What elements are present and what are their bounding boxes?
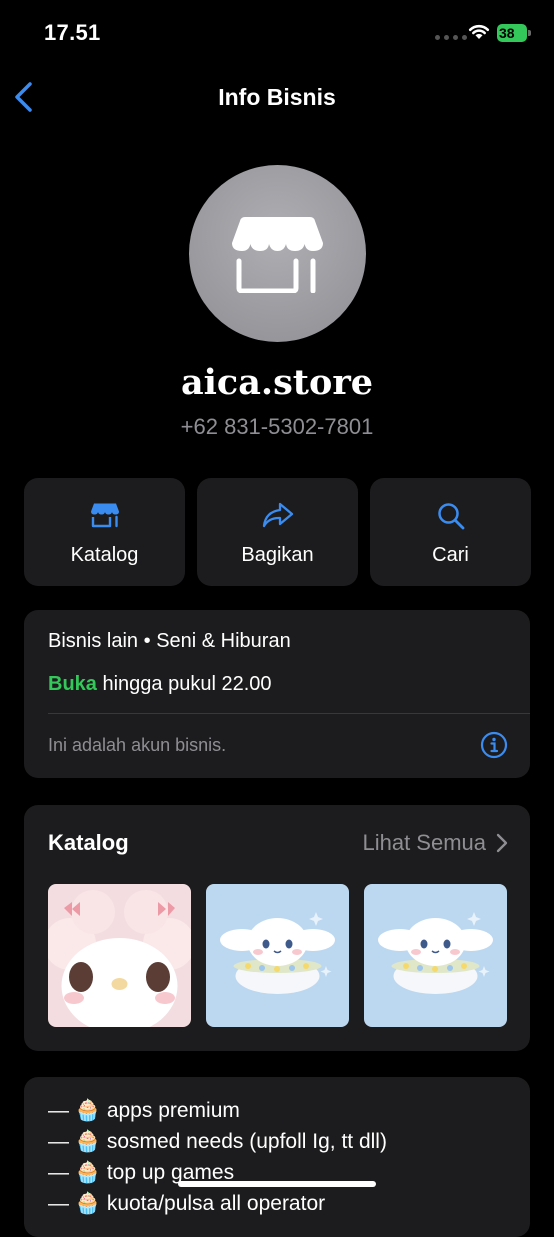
- see-all-label: Lihat Semua: [362, 830, 486, 855]
- storefront-icon: [232, 217, 323, 293]
- description-list: — 🧁 apps premium — 🧁 sosmed needs (upfol…: [48, 1095, 387, 1219]
- open-status: Buka: [48, 673, 97, 695]
- search-button-label: Cari: [432, 544, 469, 566]
- share-arrow-icon: [262, 502, 293, 528]
- share-button[interactable]: Bagikan: [197, 478, 358, 586]
- catalog-button-label: Katalog: [70, 544, 139, 566]
- business-name: aica.store: [180, 362, 374, 403]
- battery-level: 38: [499, 25, 515, 41]
- see-all-link[interactable]: Lihat Semua: [362, 830, 508, 856]
- cinnamoroll-thumbnail: [364, 884, 507, 1027]
- catalog-item-3[interactable]: [364, 884, 507, 1027]
- description-line: — 🧁 kuota/pulsa all operator: [48, 1192, 326, 1215]
- hours-text: hingga pukul 22.00: [102, 673, 272, 695]
- category-label: Bisnis lain: [48, 630, 139, 652]
- business-description-card: — 🧁 apps premium — 🧁 sosmed needs (upfol…: [24, 1077, 530, 1237]
- action-buttons: Katalog Bagikan Cari: [24, 478, 531, 586]
- description-line: — 🧁 apps premium: [48, 1099, 240, 1122]
- search-icon: [437, 503, 464, 530]
- catalog-title: Katalog: [48, 830, 129, 855]
- wifi-icon: [468, 24, 490, 39]
- page-title: Info Bisnis: [218, 84, 336, 110]
- divider: [48, 713, 530, 714]
- business-hours[interactable]: Buka hingga pukul 22.00: [48, 673, 272, 696]
- chevron-right-icon: [496, 833, 508, 853]
- battery-icon: 38: [497, 24, 531, 42]
- category-separator: •: [143, 630, 151, 652]
- business-info-card: Bisnis lain • Seni & Hiburan Buka hingga…: [24, 610, 530, 778]
- cinnamoroll-thumbnail: [206, 884, 349, 1027]
- search-button[interactable]: Cari: [370, 478, 531, 586]
- nav-bar: Info Bisnis: [0, 70, 554, 126]
- status-bar: 17.51 38: [0, 0, 554, 70]
- description-line: — 🧁 sosmed needs (upfoll Ig, tt dll): [48, 1130, 387, 1153]
- business-phone[interactable]: +62 831-5302-7801: [0, 414, 554, 440]
- info-circle-icon[interactable]: [480, 731, 508, 759]
- cellular-signal-icon: [435, 35, 467, 40]
- business-account-notice: Ini adalah akun bisnis.: [48, 735, 227, 755]
- business-category: Bisnis lain • Seni & Hiburan: [48, 630, 291, 653]
- subcategory-label: Seni & Hiburan: [156, 630, 291, 652]
- character-thumbnail: [48, 884, 191, 1027]
- storefront-icon: [90, 503, 119, 528]
- catalog-item-1[interactable]: [48, 884, 191, 1027]
- business-avatar[interactable]: [189, 165, 366, 342]
- catalog-card: Katalog Lihat Semua: [24, 805, 530, 1051]
- catalog-item-2[interactable]: [206, 884, 349, 1027]
- share-button-label: Bagikan: [241, 544, 314, 566]
- home-indicator[interactable]: [178, 1181, 376, 1187]
- catalog-button[interactable]: Katalog: [24, 478, 185, 586]
- status-time: 17.51: [44, 20, 101, 45]
